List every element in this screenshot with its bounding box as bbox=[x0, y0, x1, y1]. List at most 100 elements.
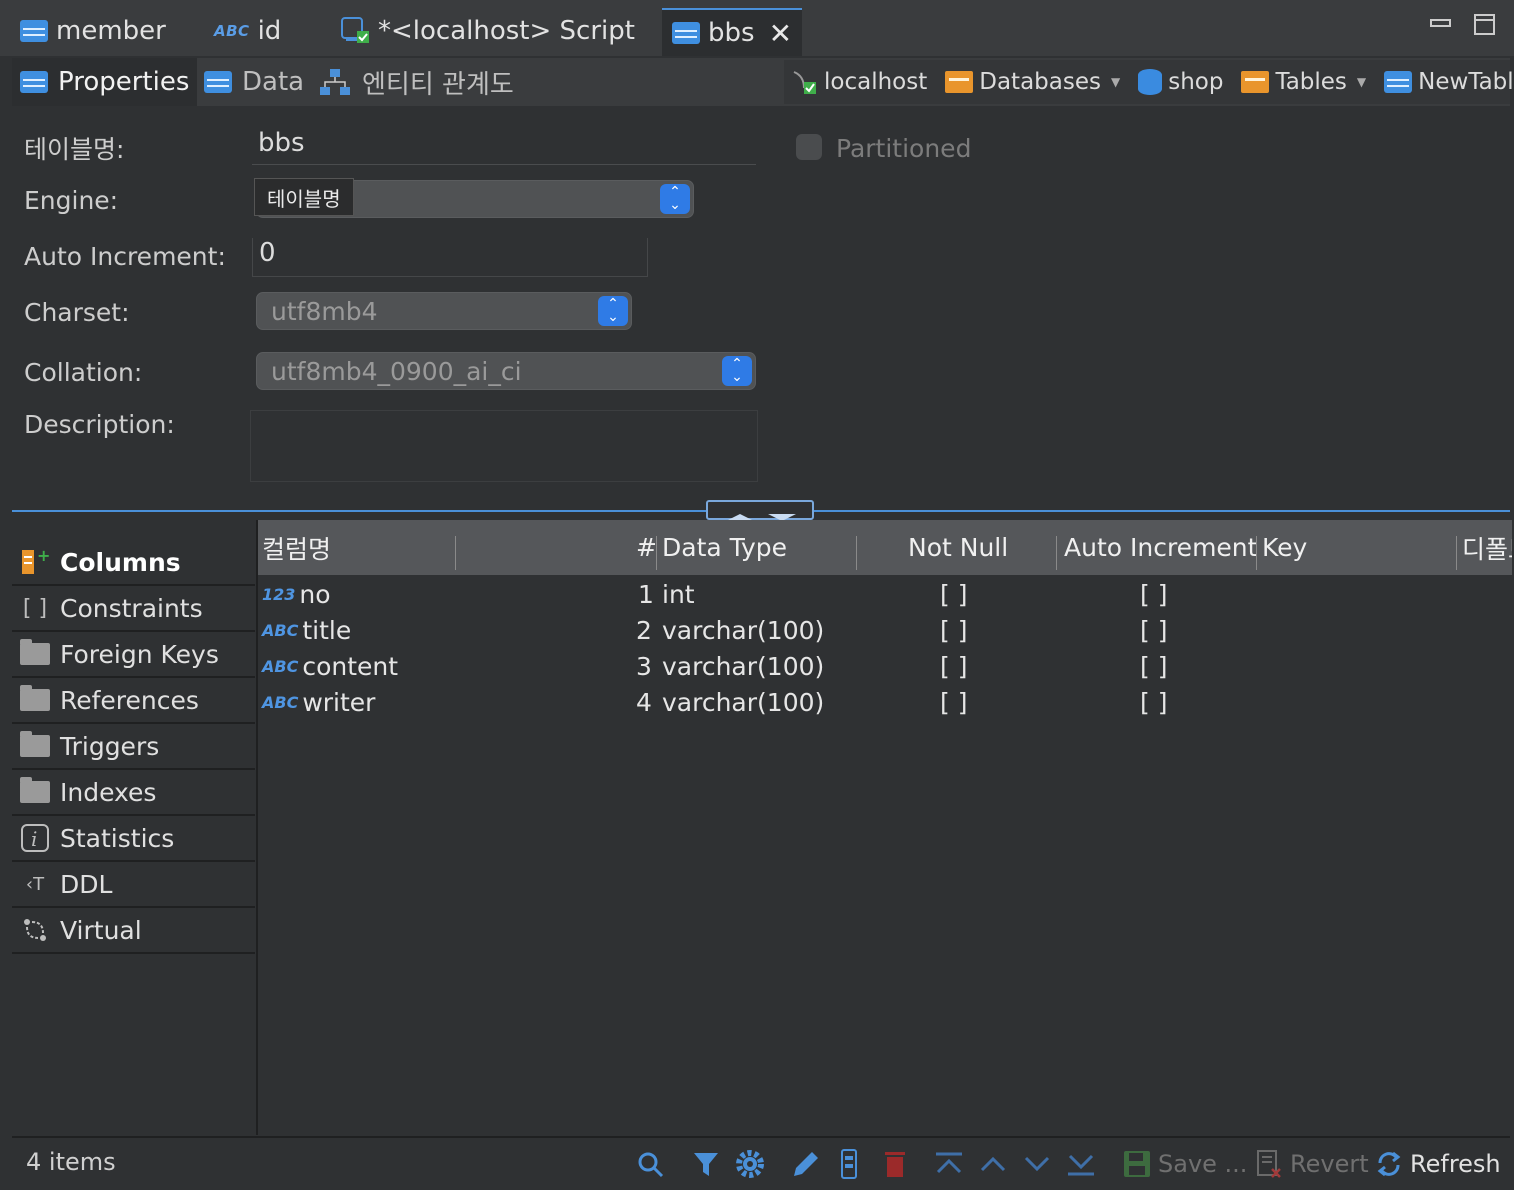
column-header-not-null[interactable]: Not Null bbox=[908, 520, 1008, 575]
data-type-cell[interactable]: int bbox=[662, 576, 695, 612]
sidebar-item-columns[interactable]: + Columns bbox=[12, 540, 255, 586]
sidebar-item-label: References bbox=[60, 685, 199, 715]
breadcrumb-connection[interactable]: localhost bbox=[790, 68, 927, 96]
column-divider[interactable] bbox=[656, 536, 657, 570]
auto-increment-checkbox[interactable]: [ ] bbox=[1140, 648, 1167, 684]
sidebar-item-label: Virtual bbox=[60, 915, 142, 945]
column-divider[interactable] bbox=[1456, 536, 1457, 570]
sidebar-item-virtual[interactable]: Virtual bbox=[12, 908, 255, 954]
not-null-checkbox[interactable]: [ ] bbox=[940, 648, 967, 684]
numeric-type-icon: 123 bbox=[262, 584, 296, 604]
delete-icon[interactable] bbox=[882, 1148, 908, 1180]
move-up-icon[interactable] bbox=[978, 1150, 1008, 1178]
editor-tab-script[interactable]: *<localhost> Script bbox=[340, 8, 635, 54]
tables-icon bbox=[1241, 71, 1270, 93]
close-icon[interactable]: ✕ bbox=[769, 17, 792, 50]
sidebar-item-triggers[interactable]: Triggers bbox=[12, 724, 255, 770]
table-row[interactable]: ABC content 3 varchar(100) [ ] [ ] bbox=[258, 648, 1512, 684]
table-icon bbox=[1384, 71, 1413, 93]
sidebar-item-ddl[interactable]: ‹T DDL bbox=[12, 862, 255, 908]
description-textarea[interactable] bbox=[250, 410, 758, 482]
pencil-icon[interactable] bbox=[790, 1148, 822, 1180]
editor-tab-bar: member ABC id *<localhost> Script bbs ✕ bbox=[0, 0, 1514, 56]
column-name-cell[interactable]: ABC content bbox=[262, 648, 398, 684]
refresh-button[interactable]: Refresh bbox=[1374, 1146, 1501, 1182]
ordinal-cell: 2 bbox=[636, 615, 652, 645]
tab-data[interactable]: Data bbox=[204, 58, 304, 106]
folder-icon bbox=[20, 731, 50, 757]
editor-tab-member[interactable]: member bbox=[20, 8, 166, 54]
tab-erd[interactable]: 엔티티 관계도 bbox=[318, 58, 514, 106]
column-divider[interactable] bbox=[856, 536, 857, 570]
auto-increment-checkbox[interactable]: [ ] bbox=[1140, 576, 1167, 612]
sidebar-item-indexes[interactable]: Indexes bbox=[12, 770, 255, 816]
add-column-icon[interactable] bbox=[838, 1148, 862, 1180]
editor-tab-label: id bbox=[257, 16, 282, 46]
charset-select[interactable]: utf8mb4 ⌃ ⌄ bbox=[256, 292, 632, 330]
not-null-checkbox[interactable]: [ ] bbox=[940, 612, 967, 648]
sidebar-item-foreign-keys[interactable]: Foreign Keys bbox=[12, 632, 255, 678]
data-type-cell[interactable]: varchar(100) bbox=[662, 612, 824, 648]
data-type-cell[interactable]: varchar(100) bbox=[662, 648, 824, 684]
revert-label: Revert bbox=[1290, 1150, 1369, 1178]
breadcrumb-databases[interactable]: Databases ▼ bbox=[945, 69, 1120, 95]
sidebar-item-label: Constraints bbox=[60, 593, 203, 623]
dropdown-arrow-icon[interactable]: ▼ bbox=[1357, 75, 1366, 89]
not-null-checkbox[interactable]: [ ] bbox=[940, 684, 967, 720]
splitter-handle[interactable] bbox=[706, 500, 814, 521]
column-header-num[interactable]: # bbox=[636, 520, 657, 575]
breadcrumb: localhost Databases ▼ shop Tables ▼ NewT… bbox=[784, 60, 1514, 104]
search-icon[interactable] bbox=[636, 1150, 666, 1180]
column-name-cell[interactable]: ABC title bbox=[262, 612, 351, 648]
column-header-default[interactable]: 디폴트 bbox=[1462, 520, 1512, 575]
column-header-key[interactable]: Key bbox=[1262, 520, 1307, 575]
breadcrumb-label: NewTable bbox=[1418, 69, 1514, 95]
move-down-icon[interactable] bbox=[1022, 1150, 1052, 1178]
not-null-checkbox[interactable]: [ ] bbox=[940, 576, 967, 612]
column-name-cell[interactable]: 123 no bbox=[262, 576, 331, 612]
move-bottom-icon[interactable] bbox=[1066, 1150, 1096, 1178]
refresh-label: Refresh bbox=[1410, 1150, 1501, 1178]
move-top-icon[interactable] bbox=[934, 1150, 964, 1178]
collation-select[interactable]: utf8mb4_0900_ai_ci ⌃ ⌄ bbox=[256, 352, 756, 390]
partitioned-checkbox[interactable] bbox=[796, 134, 822, 160]
database-icon bbox=[1138, 69, 1163, 95]
minimize-icon[interactable] bbox=[1430, 14, 1452, 36]
string-type-icon: ABC bbox=[262, 620, 299, 640]
info-icon: i bbox=[21, 824, 49, 852]
breadcrumb-table[interactable]: NewTable bbox=[1384, 69, 1514, 95]
filter-icon[interactable] bbox=[692, 1150, 722, 1180]
data-type-cell[interactable]: varchar(100) bbox=[662, 684, 824, 720]
editor-tab-label: *<localhost> Script bbox=[378, 16, 635, 46]
gear-icon[interactable] bbox=[734, 1148, 766, 1180]
auto-increment-checkbox[interactable]: [ ] bbox=[1140, 684, 1167, 720]
column-divider[interactable] bbox=[455, 536, 456, 570]
table-row[interactable]: 123 no 1 int [ ] [ ] bbox=[258, 576, 1512, 612]
column-header-name[interactable]: 컬럼명 bbox=[262, 520, 331, 575]
editor-tab-id[interactable]: ABC id bbox=[214, 8, 281, 54]
table-row[interactable]: ABC writer 4 varchar(100) [ ] [ ] bbox=[258, 684, 1512, 720]
breadcrumb-tables[interactable]: Tables ▼ bbox=[1241, 69, 1366, 95]
breadcrumb-schema[interactable]: shop bbox=[1138, 69, 1223, 95]
save-button[interactable]: Save ... bbox=[1122, 1146, 1247, 1182]
table-row[interactable]: ABC title 2 varchar(100) [ ] [ ] bbox=[258, 612, 1512, 648]
sidebar-item-constraints[interactable]: [ ] Constraints bbox=[12, 586, 255, 632]
auto-increment-checkbox[interactable]: [ ] bbox=[1140, 612, 1167, 648]
column-header-type[interactable]: Data Type bbox=[662, 520, 787, 575]
revert-button[interactable]: Revert bbox=[1254, 1146, 1369, 1182]
column-divider[interactable] bbox=[1256, 536, 1257, 570]
column-divider[interactable] bbox=[1056, 536, 1057, 570]
sidebar-item-statistics[interactable]: i Statistics bbox=[12, 816, 255, 862]
auto-increment-input[interactable]: 0 bbox=[252, 238, 648, 277]
table-name-input[interactable]: bbs bbox=[252, 128, 756, 165]
maximize-icon[interactable] bbox=[1474, 14, 1496, 36]
dropdown-arrow-icon[interactable]: ▼ bbox=[1111, 75, 1120, 89]
column-name-cell[interactable]: ABC writer bbox=[262, 684, 375, 720]
editor-tab-bbs[interactable]: bbs ✕ bbox=[662, 8, 803, 56]
sidebar-item-references[interactable]: References bbox=[12, 678, 255, 724]
column-header-auto-increment[interactable]: Auto Increment bbox=[1064, 520, 1257, 575]
tab-properties[interactable]: Properties bbox=[12, 58, 198, 106]
status-bar: 4 items Save ... Revert Refresh bbox=[12, 1136, 1510, 1190]
charset-label: Charset: bbox=[24, 298, 130, 327]
column-name: content bbox=[302, 651, 399, 681]
